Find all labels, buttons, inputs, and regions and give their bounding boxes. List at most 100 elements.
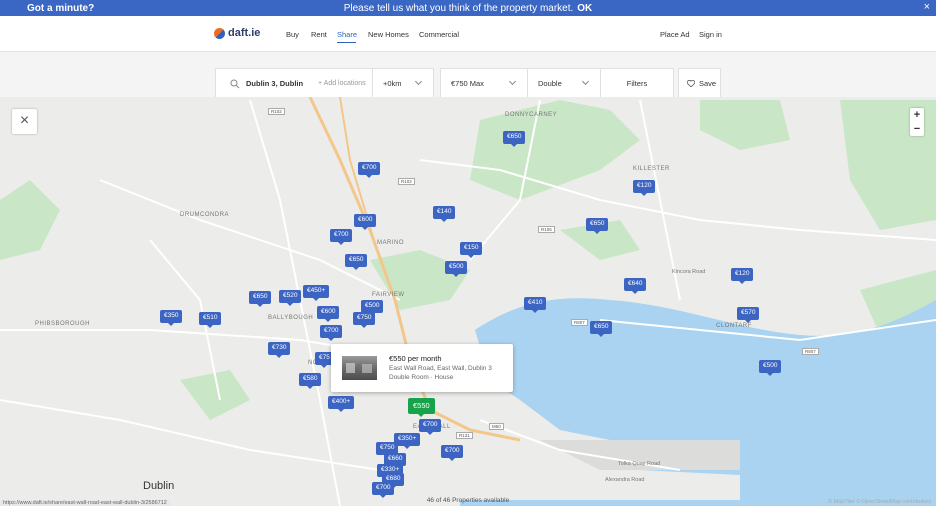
road-label: R807 <box>802 348 819 355</box>
zoom-control: + − <box>910 108 924 136</box>
banner-ok-link[interactable]: OK <box>577 3 592 14</box>
room-type-value: Double <box>538 78 562 88</box>
nav-rent[interactable]: Rent <box>311 30 327 39</box>
add-locations-link[interactable]: + Add locations <box>318 80 366 87</box>
price-pin[interactable]: €570 <box>737 307 760 322</box>
road-label: R105 <box>538 226 555 233</box>
price-pin[interactable]: €500 <box>361 300 384 315</box>
nav-share[interactable]: Share <box>337 30 357 39</box>
map-view[interactable]: × + − DRUMCONDRA MARINO FAIRVIEW BALLYBO… <box>0 97 936 506</box>
street-label: Kincora Road <box>672 269 706 275</box>
listing-popup[interactable]: €550 per month East Wall Road, East Wall… <box>331 344 513 392</box>
price-pin[interactable]: €350 <box>160 310 183 325</box>
place-ad-link[interactable]: Place Ad <box>660 30 690 39</box>
street-label: Tolka Quay Road <box>618 461 661 467</box>
listing-price[interactable]: €550 per month <box>389 354 442 363</box>
nav-new-homes[interactable]: New Homes <box>368 30 409 39</box>
area-label: FAIRVIEW <box>372 292 405 298</box>
price-pin[interactable]: €350+ <box>394 433 421 448</box>
price-pin[interactable]: €700 <box>419 419 442 434</box>
listing-address: East Wall Road, East Wall, Dublin 3 <box>389 365 492 372</box>
price-pin[interactable]: €600 <box>317 306 340 321</box>
road-label: R102 <box>268 108 285 115</box>
zoom-in-button[interactable]: + <box>910 108 924 122</box>
chevron-down-icon <box>581 77 590 86</box>
page: Got a minute? Please tell us what you th… <box>0 0 936 506</box>
heart-icon <box>687 80 695 87</box>
city-label: Dublin <box>143 480 175 492</box>
listing-meta: Double Room · House <box>389 374 454 381</box>
price-pin[interactable]: €650 <box>586 218 609 233</box>
sign-in-link[interactable]: Sign in <box>699 30 722 39</box>
area-label: DRUMCONDRA <box>180 212 229 218</box>
price-pin[interactable]: €500 <box>445 261 468 276</box>
road-label: M50 <box>489 423 504 430</box>
area-label: PHIBSBOROUGH <box>35 321 91 327</box>
area-label: CLONTARF <box>716 323 752 329</box>
price-pin[interactable]: €640 <box>624 278 647 293</box>
listing-thumbnail[interactable] <box>342 356 377 380</box>
location-chip[interactable]: Dublin 3, Dublin <box>246 79 303 88</box>
room-type-select[interactable]: Double <box>527 68 601 98</box>
status-url: https://www.daft.ie/share/east-wall-road… <box>0 500 170 506</box>
price-pin[interactable]: €450+ <box>303 285 330 300</box>
top-nav: daft.ie Buy Rent Share New Homes Commerc… <box>0 16 936 52</box>
filter-bar: Dublin 3, Dublin + Add locations +0km €7… <box>0 52 936 98</box>
logo-text: daft.ie <box>228 27 261 39</box>
active-tab-underline <box>337 42 356 43</box>
price-pin[interactable]: €650 <box>345 254 368 269</box>
banner-message[interactable]: Please tell us what you think of the pro… <box>0 3 936 14</box>
nav-buy[interactable]: Buy <box>286 30 299 39</box>
price-pin[interactable]: €150 <box>460 242 483 257</box>
price-pin[interactable]: €120 <box>633 180 656 195</box>
area-label: DONNYCARNEY <box>505 112 558 118</box>
save-search-button[interactable]: Save <box>678 68 721 98</box>
price-pin[interactable]: €700 <box>330 229 353 244</box>
selected-price-pin[interactable]: €550 <box>408 398 435 416</box>
price-pin[interactable]: €650 <box>503 131 526 146</box>
area-label: MARINO <box>377 240 404 246</box>
price-pin[interactable]: €140 <box>433 206 456 221</box>
survey-banner: Got a minute? Please tell us what you th… <box>0 0 936 16</box>
zoom-out-button[interactable]: − <box>910 122 924 136</box>
save-label: Save <box>699 78 717 88</box>
price-pin[interactable]: €700 <box>372 482 395 497</box>
price-pin[interactable]: €700 <box>358 162 381 177</box>
area-label: BALLYBOUGH <box>268 315 314 321</box>
radius-value: +0km <box>383 78 402 88</box>
filters-label: Filters <box>626 78 648 88</box>
price-pin[interactable]: €400+ <box>328 396 355 411</box>
road-label: R131 <box>456 432 473 439</box>
daft-logo[interactable]: daft.ie <box>214 27 260 39</box>
map-base <box>0 97 936 506</box>
chevron-down-icon <box>414 77 423 86</box>
search-icon <box>230 79 240 89</box>
price-pin[interactable]: €650 <box>249 291 272 306</box>
price-pin[interactable]: €750 <box>353 312 376 327</box>
area-label: KILLESTER <box>633 166 670 172</box>
price-value: €750 Max <box>451 78 484 88</box>
banner-close-icon[interactable]: × <box>924 1 930 13</box>
price-pin[interactable]: €580 <box>299 373 322 388</box>
price-pin[interactable]: €510 <box>199 312 222 327</box>
price-pin[interactable]: €700 <box>441 445 464 460</box>
nav-commercial[interactable]: Commercial <box>419 30 459 39</box>
filters-button[interactable]: Filters <box>600 68 674 98</box>
price-pin[interactable]: €700 <box>320 325 343 340</box>
location-search[interactable]: Dublin 3, Dublin + Add locations <box>215 68 373 98</box>
price-pin[interactable]: €650 <box>590 321 613 336</box>
price-pin[interactable]: €120 <box>731 268 754 283</box>
price-pin[interactable]: €730 <box>268 342 291 357</box>
price-pin[interactable]: €500 <box>759 360 782 375</box>
price-select[interactable]: €750 Max <box>440 68 528 98</box>
price-pin[interactable]: €410 <box>524 297 547 312</box>
map-attribution[interactable]: © MapTiler © OpenStreetMap contributors <box>828 499 931 505</box>
road-label: R102 <box>398 178 415 185</box>
price-pin[interactable]: €600 <box>354 214 377 229</box>
banner-message-text: Please tell us what you think of the pro… <box>343 2 574 14</box>
logo-icon <box>214 27 225 39</box>
radius-select[interactable]: +0km <box>372 68 434 98</box>
close-map-button[interactable]: × <box>12 109 37 134</box>
price-pin[interactable]: €520 <box>279 290 302 305</box>
chevron-down-icon <box>508 77 517 86</box>
